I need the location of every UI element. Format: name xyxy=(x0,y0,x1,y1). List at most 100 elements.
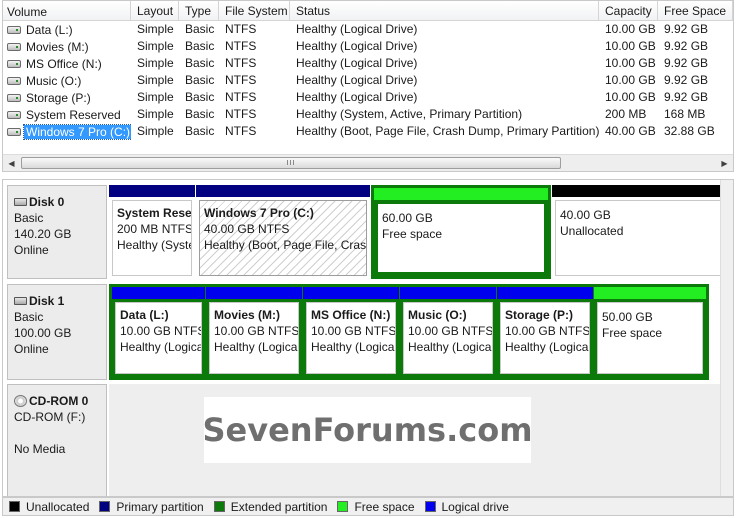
horizontal-scrollbar[interactable]: ◀ III ▶ xyxy=(3,154,733,171)
legend-swatch xyxy=(99,501,111,512)
disk-status: Online xyxy=(14,342,49,356)
drive-icon xyxy=(7,60,21,68)
partition-color-bar xyxy=(497,287,593,299)
partition-data-l[interactable]: Data (L:) 10.00 GB NTFS Healthy (Logica xyxy=(112,287,205,377)
partition-color-bar xyxy=(109,185,195,197)
volume-name: MS Office (N:) xyxy=(26,57,102,71)
partition-name: Movies (M:) xyxy=(214,308,280,322)
volume-free-space: 168 MB xyxy=(664,107,706,121)
partition-color-bar xyxy=(594,287,706,299)
partition-free-space[interactable]: 60.00 GB Free space xyxy=(374,188,548,276)
legend-swatch xyxy=(424,501,436,512)
legend-item: Unallocated xyxy=(9,500,89,514)
volume-status: Healthy (System, Active, Primary Partiti… xyxy=(296,107,523,121)
partition-status: Healthy (Syste xyxy=(117,238,192,252)
volume-name: Storage (P:) xyxy=(26,91,91,105)
volume-layout: Simple xyxy=(137,124,174,138)
volume-type: Basic xyxy=(185,56,215,70)
volume-free-space: 9.92 GB xyxy=(664,73,709,87)
scroll-right-icon[interactable]: ▶ xyxy=(716,155,733,171)
partition-color-bar xyxy=(206,287,302,299)
partition-size: 10.00 GB NTFS xyxy=(214,324,299,338)
partition-music-o[interactable]: Music (O:) 10.00 GB NTFS Healthy (Logica xyxy=(400,287,496,377)
partition-color-bar xyxy=(196,185,370,197)
drive-icon xyxy=(7,111,21,119)
partition-ms-office-n[interactable]: MS Office (N:) 10.00 GB NTFS Healthy (Lo… xyxy=(303,287,399,377)
legend-label: Primary partition xyxy=(116,499,204,514)
volume-layout: Simple xyxy=(137,107,174,121)
scrollbar-thumb[interactable]: III xyxy=(21,157,561,169)
column-header-status[interactable]: Status xyxy=(290,1,599,20)
partition-color-bar xyxy=(112,287,205,299)
volume-capacity: 200 MB xyxy=(605,107,647,121)
cdrom-label[interactable]: CD-ROM 0 CD-ROM (F:) No Media xyxy=(7,384,107,496)
column-header-free-space[interactable]: Free Space xyxy=(658,1,733,20)
table-row-selected[interactable]: Windows 7 Pro (C:) Simple Basic NTFS Hea… xyxy=(3,123,733,140)
disk-0-label[interactable]: Disk 0 Basic 140.20 GB Online xyxy=(7,185,107,279)
volume-file-system: NTFS xyxy=(225,124,257,138)
partition-size: 10.00 GB NTFS xyxy=(408,324,493,338)
column-header-file-system[interactable]: File System xyxy=(219,1,290,20)
disk-size: 100.00 GB xyxy=(14,326,72,340)
volume-file-system: NTFS xyxy=(225,90,257,104)
legend-label: Free space xyxy=(354,499,415,514)
legend-item: Logical drive xyxy=(424,499,509,514)
partition-system-reserved[interactable]: System Rese 200 MB NTFS Healthy (Syste xyxy=(109,185,195,279)
table-row[interactable]: Music (O:) Simple Basic NTFS Healthy (Lo… xyxy=(3,72,733,89)
table-row[interactable]: MS Office (N:) Simple Basic NTFS Healthy… xyxy=(3,55,733,72)
disk-1-label[interactable]: Disk 1 Basic 100.00 GB Online xyxy=(7,284,107,380)
selected-partition-hatch: Windows 7 Pro (C:) 40.00 GB NTFS Healthy… xyxy=(199,200,367,276)
drive-icon xyxy=(7,94,21,102)
scroll-left-icon[interactable]: ◀ xyxy=(3,155,20,171)
disk-type: Basic xyxy=(14,211,44,225)
partition-status: Healthy (Logica xyxy=(120,340,202,354)
partition-color-bar xyxy=(552,185,729,197)
volume-layout: Simple xyxy=(137,73,174,87)
volume-file-system: NTFS xyxy=(225,39,257,53)
partition-size: 200 MB NTFS xyxy=(117,222,192,236)
partition-status: Healthy (Logica xyxy=(408,340,492,354)
partition-windows-7-pro[interactable]: Windows 7 Pro (C:) 40.00 GB NTFS Healthy… xyxy=(196,185,370,279)
volume-status: Healthy (Logical Drive) xyxy=(296,90,418,104)
volume-status: Healthy (Logical Drive) xyxy=(296,56,418,70)
disk-size: 140.20 GB xyxy=(14,227,72,241)
partition-status: Healthy (Logica xyxy=(505,340,589,354)
table-row[interactable]: System Reserved Simple Basic NTFS Health… xyxy=(3,106,733,123)
vertical-scrollbar[interactable] xyxy=(720,180,733,496)
volume-name: Movies (M:) xyxy=(26,40,89,54)
legend-item: Extended partition xyxy=(213,500,327,514)
partition-free-space[interactable]: 50.00 GB Free space xyxy=(594,287,706,377)
partition-status: Healthy (Boot, Page File, Crash xyxy=(204,238,367,252)
volume-list-pane: Volume Layout Type File System Status Ca… xyxy=(2,0,734,172)
hard-disk-icon xyxy=(14,297,27,305)
table-row[interactable]: Movies (M:) Simple Basic NTFS Healthy (L… xyxy=(3,38,733,55)
column-header-capacity[interactable]: Capacity xyxy=(599,1,658,20)
volume-type: Basic xyxy=(185,22,215,36)
disk-1-row: Disk 1 Basic 100.00 GB Online Data (L:) … xyxy=(3,284,733,380)
volume-capacity: 10.00 GB xyxy=(605,73,656,87)
partition-unallocated[interactable]: 40.00 GB Unallocated xyxy=(552,185,729,279)
partition-status: Free space xyxy=(382,227,443,241)
partition-size: 10.00 GB NTFS xyxy=(120,324,202,338)
partition-size: 40.00 GB xyxy=(560,208,611,222)
column-header-layout[interactable]: Layout xyxy=(131,1,179,20)
legend-label: Logical drive xyxy=(441,499,509,514)
sevenforums-watermark: SevenForums.com xyxy=(202,397,533,463)
column-header-volume[interactable]: Volume xyxy=(3,1,131,20)
volume-file-system: NTFS xyxy=(225,22,257,36)
volume-type: Basic xyxy=(185,90,215,104)
volume-name: Data (L:) xyxy=(26,23,73,37)
volume-type: Basic xyxy=(185,107,215,121)
disk-type: Basic xyxy=(14,310,44,324)
volume-type: Basic xyxy=(185,39,215,53)
volume-type: Basic xyxy=(185,73,215,87)
disk-status: Online xyxy=(14,243,49,257)
table-row[interactable]: Data (L:) Simple Basic NTFS Healthy (Log… xyxy=(3,21,733,38)
volume-free-space: 9.92 GB xyxy=(664,56,709,70)
legend-swatch xyxy=(9,501,20,512)
column-header-type[interactable]: Type xyxy=(179,1,219,20)
partition-movies-m[interactable]: Movies (M:) 10.00 GB NTFS Healthy (Logic… xyxy=(206,287,302,377)
table-row[interactable]: Storage (P:) Simple Basic NTFS Healthy (… xyxy=(3,89,733,106)
partition-storage-p[interactable]: Storage (P:) 10.00 GB NTFS Healthy (Logi… xyxy=(497,287,593,377)
volume-capacity: 10.00 GB xyxy=(605,22,656,36)
